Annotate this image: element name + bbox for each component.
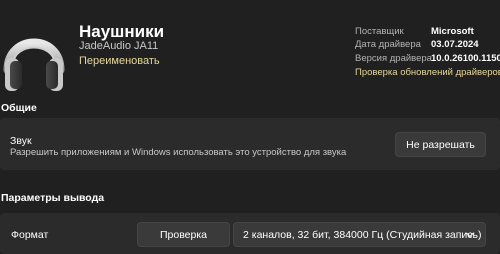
format-label: Формат [11, 229, 49, 241]
check-driver-updates-link[interactable]: Проверка обновлений драйверов [355, 67, 500, 78]
driver-version-value: 10.0.26100.1150 [431, 53, 500, 64]
driver-version-label: Версия драйвера [355, 53, 432, 64]
format-dropdown[interactable]: 2 каналов, 32 бит, 384000 Гц (Студийная … [233, 222, 486, 247]
deny-button[interactable]: Не разрешать [395, 132, 486, 157]
general-heading: Общие [1, 102, 37, 114]
test-button[interactable]: Проверка [137, 222, 230, 247]
rename-link[interactable]: Переименовать [79, 55, 160, 67]
provider-value: Microsoft [431, 26, 474, 37]
device-title: Наушники [79, 22, 165, 41]
chevron-down-icon [465, 230, 475, 240]
sound-title: Звук [10, 135, 32, 147]
driver-date-value: 03.07.2024 [431, 39, 479, 50]
driver-date-label: Дата драйвера [355, 39, 421, 50]
device-model: JadeAudio JA11 [79, 40, 159, 52]
format-dropdown-value: 2 каналов, 32 бит, 384000 Гц (Студийная … [243, 228, 482, 241]
output-settings-heading: Параметры вывода [1, 192, 105, 204]
provider-label: Поставщик [355, 26, 404, 37]
headphones-icon [2, 14, 66, 94]
sound-description: Разрешить приложениям и Windows использо… [10, 147, 347, 158]
